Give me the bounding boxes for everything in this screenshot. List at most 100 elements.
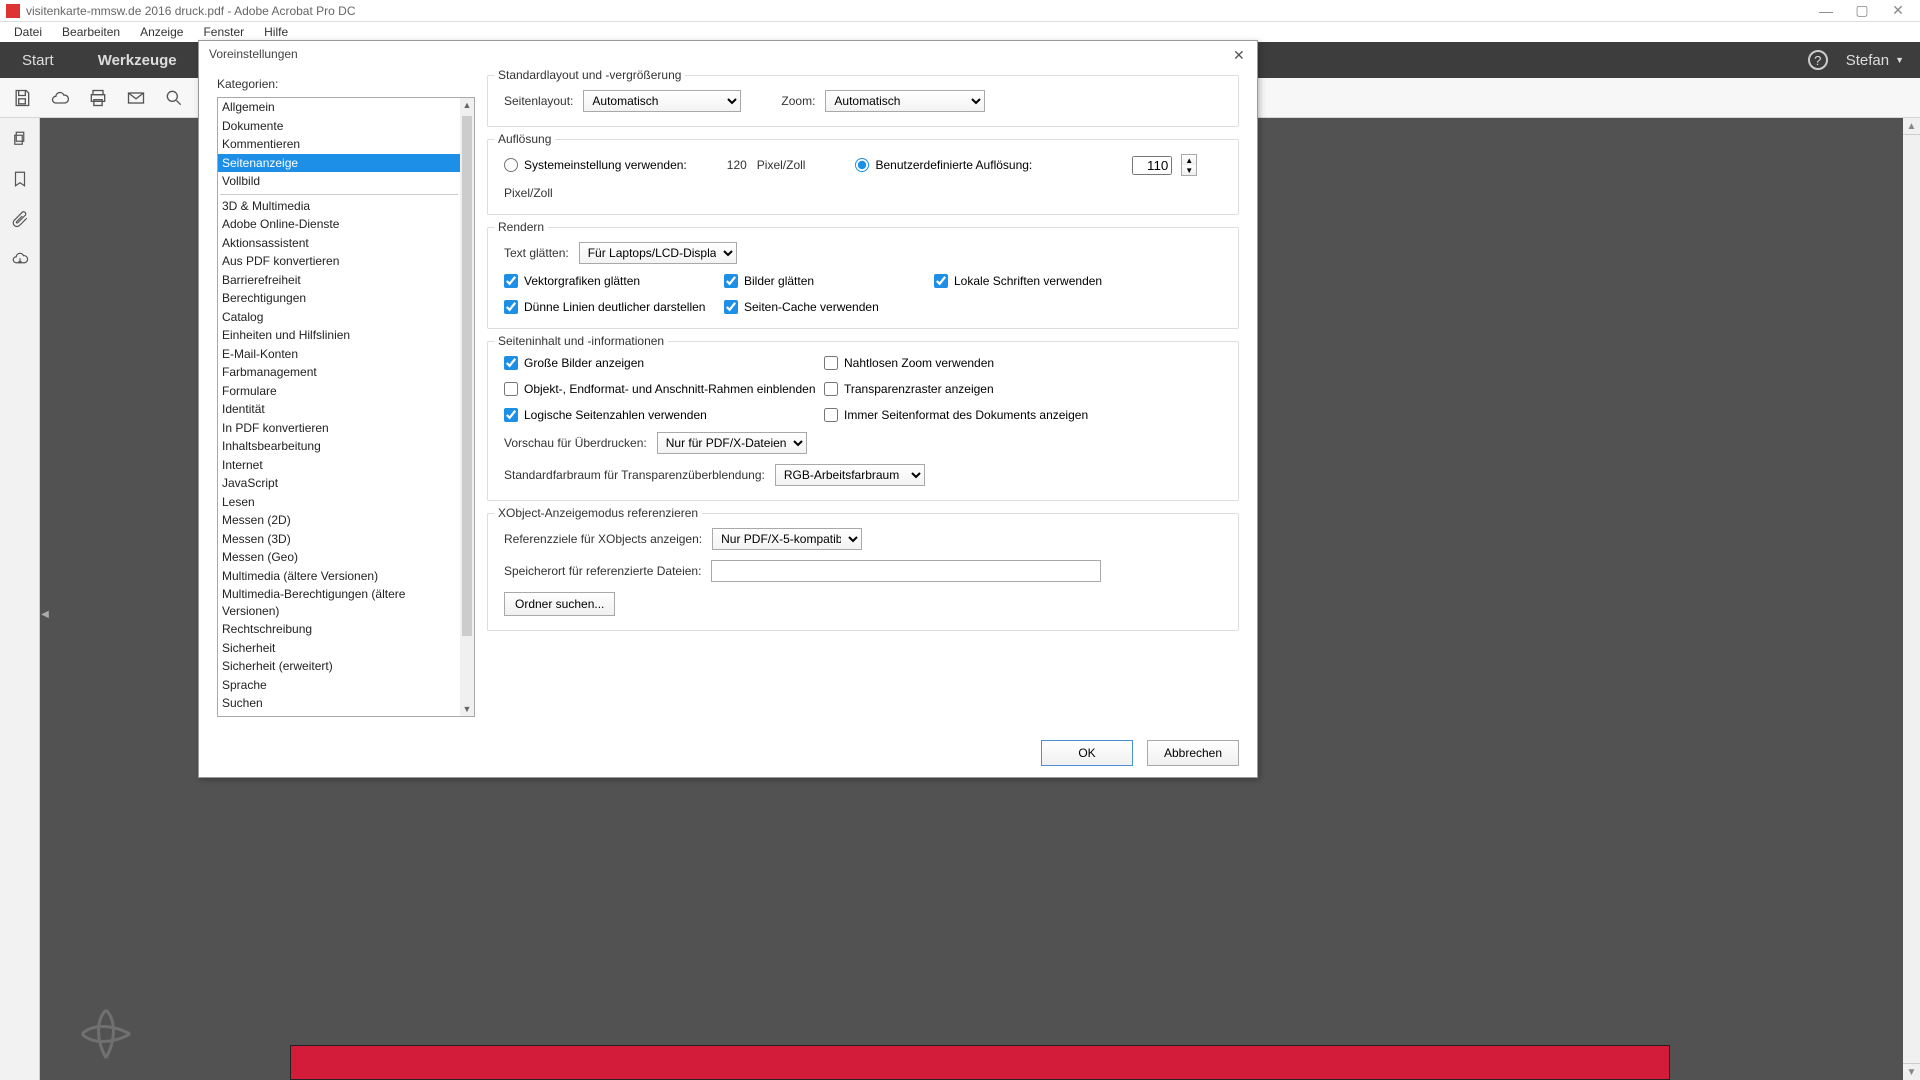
category-item[interactable]: Kommentieren bbox=[218, 135, 460, 154]
cb-local-fonts[interactable]: Lokale Schriften verwenden bbox=[934, 274, 1222, 288]
cb-vector[interactable]: Vektorgrafiken glätten bbox=[504, 274, 724, 288]
cb-always-page-format[interactable]: Immer Seitenformat des Dokuments anzeige… bbox=[824, 408, 1222, 422]
categories-list[interactable]: AllgemeinDokumenteKommentierenSeitenanze… bbox=[217, 97, 475, 717]
category-item[interactable]: Multimedia-Berechtigungen (ältere Versio… bbox=[218, 585, 460, 620]
close-icon[interactable]: ✕ bbox=[1892, 5, 1904, 17]
group-xobject: XObject-Anzeigemodus referenzieren Refer… bbox=[487, 513, 1239, 631]
menu-hilfe[interactable]: Hilfe bbox=[256, 23, 296, 41]
print-icon[interactable] bbox=[84, 84, 112, 112]
category-item[interactable]: Tracker bbox=[218, 713, 460, 717]
menu-fenster[interactable]: Fenster bbox=[195, 23, 252, 41]
scroll-thumb[interactable] bbox=[462, 116, 472, 636]
group-resolution-title: Auflösung bbox=[494, 132, 555, 146]
category-item[interactable]: Seitenanzeige bbox=[218, 154, 460, 173]
category-item[interactable]: Multimedia (ältere Versionen) bbox=[218, 567, 460, 586]
smooth-text-select[interactable]: Für Laptops/LCD-Displays bbox=[579, 242, 737, 264]
chevron-up-icon[interactable]: ▲ bbox=[1182, 155, 1196, 165]
category-item[interactable]: Catalog bbox=[218, 308, 460, 327]
mail-icon[interactable] bbox=[122, 84, 150, 112]
menu-anzeige[interactable]: Anzeige bbox=[132, 23, 191, 41]
cb-transparency-grid[interactable]: Transparenzraster anzeigen bbox=[824, 382, 1222, 396]
category-item[interactable]: Inhaltsbearbeitung bbox=[218, 437, 460, 456]
overprint-select[interactable]: Nur für PDF/X-Dateien bbox=[657, 432, 807, 454]
dialog-close-icon[interactable]: ✕ bbox=[1233, 47, 1247, 61]
category-item[interactable]: Messen (Geo) bbox=[218, 548, 460, 567]
watermark-icon bbox=[74, 1002, 138, 1066]
titlebar: visitenkarte-mmsw.de 2016 druck.pdf - Ad… bbox=[0, 0, 1920, 22]
bookmark-icon[interactable] bbox=[7, 166, 33, 192]
category-item[interactable]: Adobe Online-Dienste bbox=[218, 215, 460, 234]
radio-custom[interactable]: Benutzerdefinierte Auflösung: bbox=[855, 158, 1032, 172]
cb-thin-lines[interactable]: Dünne Linien deutlicher darstellen bbox=[504, 300, 724, 314]
category-item[interactable]: Messen (3D) bbox=[218, 530, 460, 549]
category-item[interactable]: In PDF konvertieren bbox=[218, 419, 460, 438]
category-item[interactable]: Suchen bbox=[218, 694, 460, 713]
category-item[interactable]: Messen (2D) bbox=[218, 511, 460, 530]
browse-button[interactable]: Ordner suchen... bbox=[504, 592, 615, 616]
category-item[interactable]: Vollbild bbox=[218, 172, 460, 191]
category-item[interactable]: Sprache bbox=[218, 676, 460, 695]
help-icon[interactable]: ? bbox=[1808, 50, 1828, 70]
category-item[interactable]: Aus PDF konvertieren bbox=[218, 252, 460, 271]
menu-bearbeiten[interactable]: Bearbeiten bbox=[54, 23, 128, 41]
category-item[interactable]: Identität bbox=[218, 400, 460, 419]
menu-datei[interactable]: Datei bbox=[6, 23, 50, 41]
category-item[interactable]: Internet bbox=[218, 456, 460, 475]
cb-images[interactable]: Bilder glätten bbox=[724, 274, 934, 288]
pages-icon[interactable] bbox=[7, 126, 33, 152]
radio-system[interactable]: Systemeinstellung verwenden: bbox=[504, 158, 687, 172]
group-layout-title: Standardlayout und -vergrößerung bbox=[494, 68, 685, 82]
category-item[interactable]: Farbmanagement bbox=[218, 363, 460, 382]
cb-seamless-zoom[interactable]: Nahtlosen Zoom verwenden bbox=[824, 356, 1222, 370]
category-item[interactable]: JavaScript bbox=[218, 474, 460, 493]
maximize-icon[interactable]: ▢ bbox=[1856, 5, 1868, 17]
ref-targets-select[interactable]: Nur PDF/X-5-kompatible bbox=[712, 528, 862, 550]
resolution-spinner[interactable]: ▲▼ bbox=[1181, 154, 1197, 176]
search-icon[interactable] bbox=[160, 84, 188, 112]
preferences-dialog: Voreinstellungen ✕ Kategorien: Allgemein… bbox=[198, 40, 1258, 778]
cb-page-cache[interactable]: Seiten-Cache verwenden bbox=[724, 300, 934, 314]
list-scrollbar[interactable]: ▲ ▼ bbox=[460, 98, 474, 716]
zoom-select[interactable]: Automatisch bbox=[825, 90, 985, 112]
category-item[interactable]: Barrierefreiheit bbox=[218, 271, 460, 290]
category-item[interactable]: Formulare bbox=[218, 382, 460, 401]
category-item[interactable]: Dokumente bbox=[218, 117, 460, 136]
page-layout-select[interactable]: Automatisch bbox=[583, 90, 741, 112]
category-item[interactable]: Rechtschreibung bbox=[218, 620, 460, 639]
category-item[interactable]: Sicherheit bbox=[218, 639, 460, 658]
cb-logical-pages[interactable]: Logische Seitenzahlen verwenden bbox=[504, 408, 824, 422]
minimize-icon[interactable]: — bbox=[1820, 5, 1832, 17]
category-item[interactable]: Allgemein bbox=[218, 98, 460, 117]
attachment-icon[interactable] bbox=[7, 206, 33, 232]
category-item[interactable]: 3D & Multimedia bbox=[218, 197, 460, 216]
cb-object-frames[interactable]: Objekt-, Endformat- und Anschnitt-Rahmen… bbox=[504, 382, 824, 396]
scroll-down-icon[interactable]: ▼ bbox=[1903, 1063, 1920, 1080]
ok-button[interactable]: OK bbox=[1041, 740, 1133, 766]
category-item[interactable]: Berechtigungen bbox=[218, 289, 460, 308]
scroll-up-icon[interactable]: ▲ bbox=[460, 98, 474, 112]
category-item[interactable]: Einheiten und Hilfslinien bbox=[218, 326, 460, 345]
tab-tools[interactable]: Werkzeuge bbox=[76, 42, 199, 78]
custom-resolution-input[interactable] bbox=[1132, 156, 1172, 175]
cb-large-images[interactable]: Große Bilder anzeigen bbox=[504, 356, 824, 370]
blend-select[interactable]: RGB-Arbeitsfarbraum bbox=[775, 464, 925, 486]
save-icon[interactable] bbox=[8, 84, 36, 112]
category-item[interactable]: Lesen bbox=[218, 493, 460, 512]
cancel-button[interactable]: Abbrechen bbox=[1147, 740, 1239, 766]
cloud-icon[interactable] bbox=[46, 84, 74, 112]
group-content: Seiteninhalt und -informationen Große Bi… bbox=[487, 341, 1239, 501]
scroll-down-icon[interactable]: ▼ bbox=[460, 702, 474, 716]
category-item[interactable]: Aktionsassistent bbox=[218, 234, 460, 253]
overprint-label: Vorschau für Überdrucken: bbox=[504, 436, 647, 450]
tab-start[interactable]: Start bbox=[0, 42, 76, 78]
category-item[interactable]: Sicherheit (erweitert) bbox=[218, 657, 460, 676]
category-item[interactable]: E-Mail-Konten bbox=[218, 345, 460, 364]
vertical-scrollbar[interactable]: ▲ ▼ bbox=[1903, 118, 1920, 1080]
location-input[interactable] bbox=[711, 560, 1101, 582]
cloud-sync-icon[interactable] bbox=[7, 246, 33, 272]
document-redbar bbox=[290, 1045, 1670, 1080]
blend-label: Standardfarbraum für Transparenzüberblen… bbox=[504, 468, 765, 482]
user-menu[interactable]: Stefan ▼ bbox=[1846, 52, 1904, 69]
scroll-up-icon[interactable]: ▲ bbox=[1903, 118, 1920, 135]
chevron-down-icon[interactable]: ▼ bbox=[1182, 165, 1196, 175]
